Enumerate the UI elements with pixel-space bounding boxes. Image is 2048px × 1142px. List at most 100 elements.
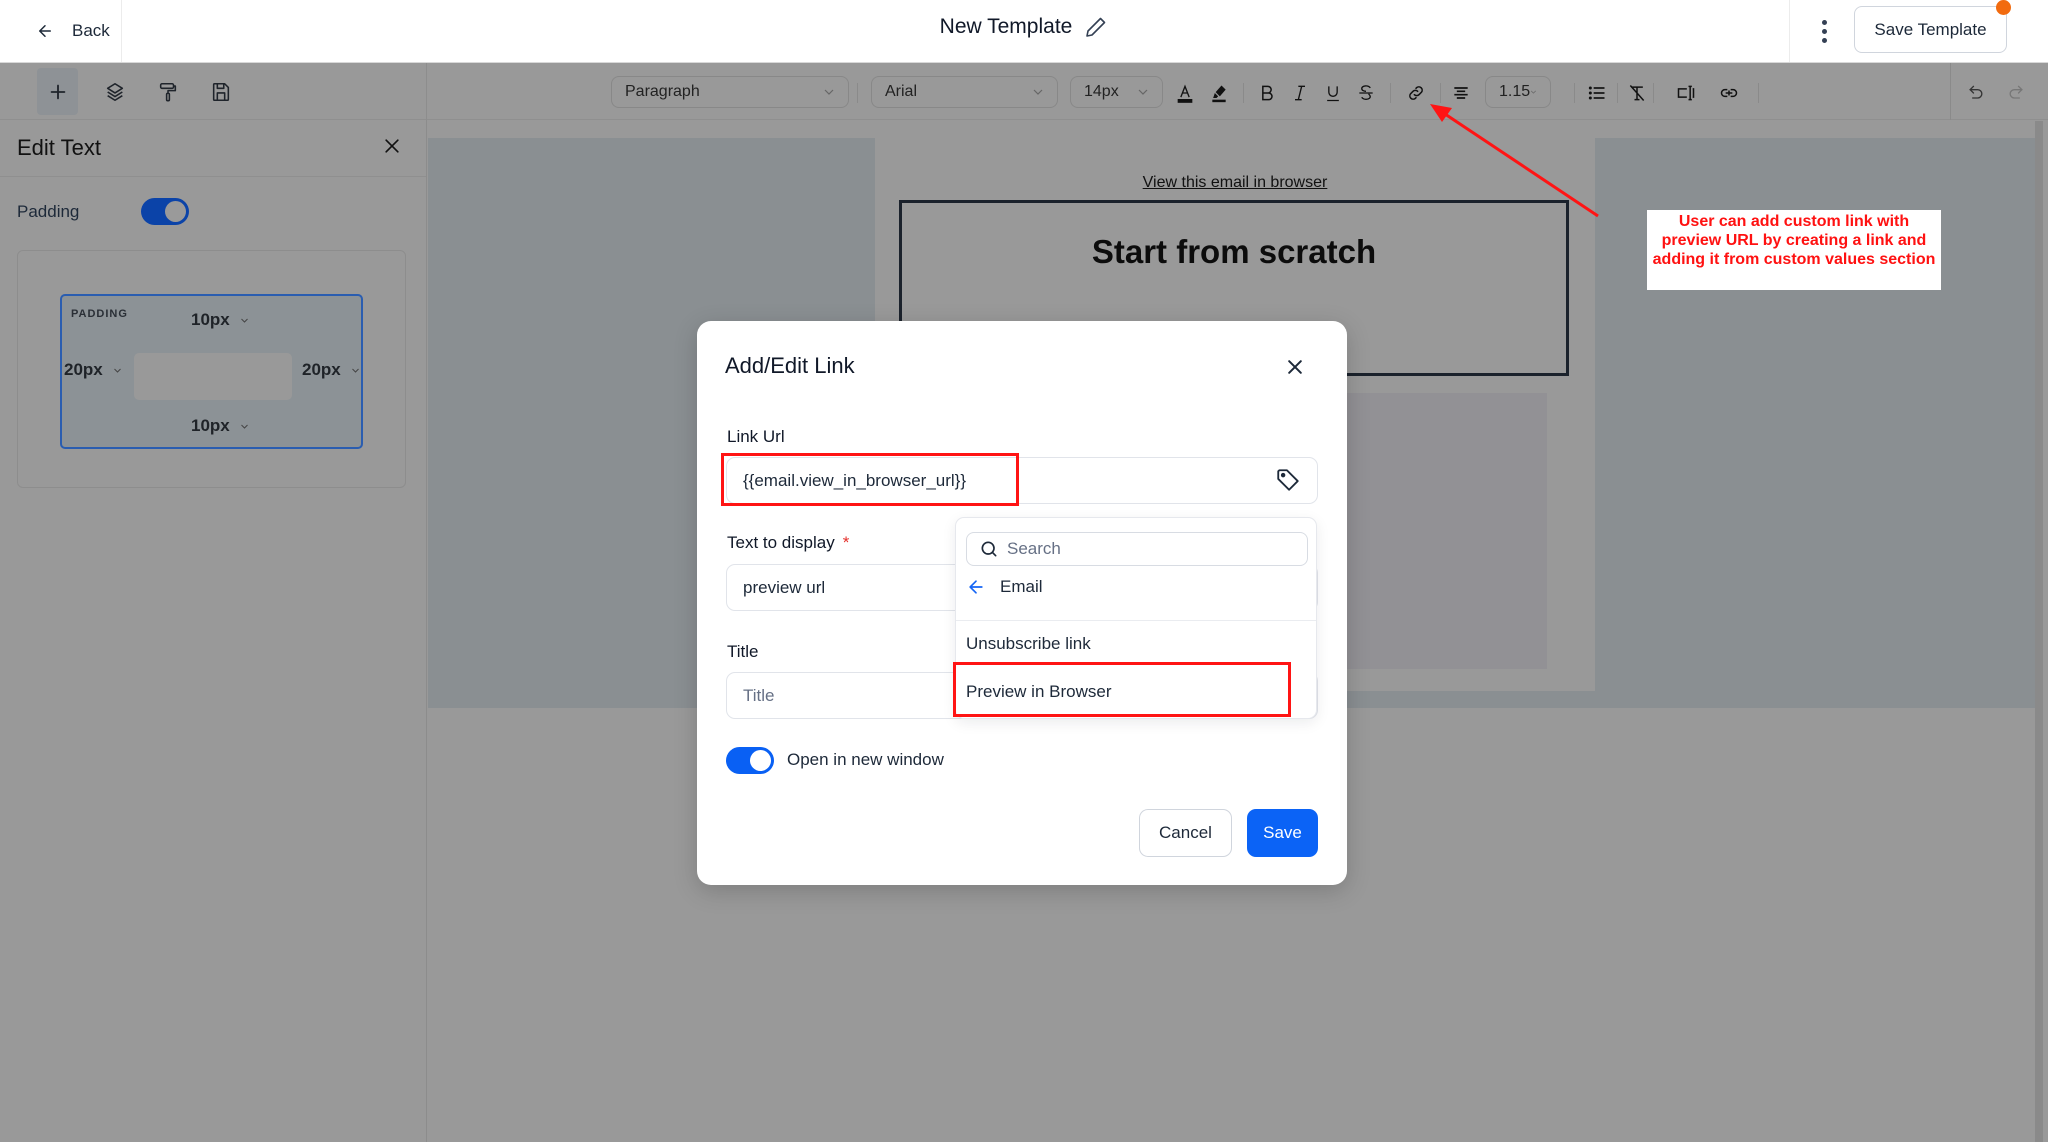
tag-icon <box>1277 469 1299 491</box>
floppy-disk-icon <box>212 82 229 101</box>
font-size-value: 14px <box>1084 83 1119 100</box>
hero-title: Start from scratch <box>1091 233 1377 270</box>
line-height-value: 1.15 <box>1499 83 1531 100</box>
chevron-down-icon <box>240 318 248 323</box>
align-button[interactable] <box>1449 81 1473 105</box>
insert-link-button[interactable] <box>1404 81 1428 105</box>
close-dialog-button[interactable] <box>1285 357 1305 377</box>
divider <box>956 620 1316 621</box>
clear-format-icon <box>1629 85 1645 101</box>
padding-row: Padding <box>17 198 189 225</box>
padding-right-value: 20px <box>302 360 341 379</box>
chevron-down-icon <box>1138 89 1148 95</box>
back-to-groups-button[interactable]: Email <box>966 577 1043 597</box>
padding-toggle[interactable] <box>141 198 189 225</box>
highlight-button[interactable] <box>1207 81 1231 105</box>
scrollbar[interactable] <box>2035 121 2043 1142</box>
padding-bottom-value: 10px <box>191 416 230 435</box>
list-button[interactable] <box>1585 81 1609 105</box>
add-block-button[interactable] <box>37 68 78 115</box>
panel-title: Edit Text <box>17 135 101 160</box>
content-area-preview <box>134 353 292 400</box>
more-options-icon[interactable] <box>1815 16 1833 46</box>
redo-icon <box>2009 85 2023 99</box>
text-to-display-label-text: Text to display <box>727 533 835 552</box>
chevron-down-icon <box>1033 89 1043 95</box>
chevron-down-icon <box>1531 90 1537 94</box>
italic-icon <box>1295 85 1305 101</box>
top-bar: Back New Template Save Template <box>0 0 2048 63</box>
dropdown-item-preview-in-browser[interactable]: Preview in Browser <box>966 682 1112 702</box>
save-template-button[interactable]: Save Template <box>1854 6 2007 53</box>
font-family-select[interactable]: Arial <box>871 76 1058 108</box>
divider <box>1653 83 1654 103</box>
close-icon <box>385 138 399 153</box>
padding-top-value: 10px <box>191 310 230 329</box>
arrow-left-icon <box>969 580 983 594</box>
open-new-window-label: Open in new window <box>787 750 944 769</box>
link-url-input[interactable]: {{email.view_in_browser_url}} <box>726 457 1318 504</box>
padding-label: Padding <box>17 201 80 221</box>
text-color-button[interactable] <box>1173 81 1197 105</box>
strikethrough-button[interactable] <box>1354 81 1378 105</box>
save-draft-button[interactable] <box>204 75 237 108</box>
padding-bottom-select[interactable]: 10px <box>191 416 249 436</box>
chevron-down-icon <box>824 89 834 95</box>
dropdown-item-unsubscribe[interactable]: Unsubscribe link <box>966 634 1091 654</box>
close-panel-button[interactable] <box>382 136 402 161</box>
search-placeholder: Search <box>1007 539 1061 558</box>
padding-box: PADDING 10px 20px 20px 10px <box>60 294 363 449</box>
line-height-select[interactable]: 1.15 <box>1485 76 1551 108</box>
pencil-icon[interactable] <box>1084 15 1108 39</box>
italic-button[interactable] <box>1288 81 1312 105</box>
divider <box>1574 83 1575 103</box>
divider <box>1950 63 1951 120</box>
chevron-down-icon <box>351 368 359 373</box>
open-new-window-toggle[interactable] <box>726 747 774 774</box>
panel-header: Edit Text <box>0 120 426 177</box>
underline-icon <box>1327 86 1339 102</box>
plus-icon <box>50 84 65 99</box>
custom-values-search[interactable]: Search <box>966 532 1308 566</box>
edit-text-panel: Edit Text Padding PADDING 10px 20px 20px <box>0 120 427 1142</box>
block-style-value: Paragraph <box>625 83 700 100</box>
link-icon <box>1409 86 1423 100</box>
text-field-icon <box>1677 85 1695 101</box>
divider <box>857 83 858 103</box>
padding-caption: PADDING <box>71 308 128 320</box>
divider <box>1390 83 1391 103</box>
save-button[interactable]: Save <box>1247 809 1318 857</box>
padding-top-select[interactable]: 10px <box>191 310 249 330</box>
text-color-icon <box>1177 84 1193 103</box>
layers-button[interactable] <box>98 75 131 108</box>
add-edit-link-dialog: Add/Edit Link Link Url {{email.view_in_b… <box>697 321 1347 885</box>
dialog-title: Add/Edit Link <box>725 353 855 378</box>
clear-format-button[interactable] <box>1625 81 1649 105</box>
padding-left-value: 20px <box>64 360 103 379</box>
close-icon <box>1288 360 1302 374</box>
block-style-select[interactable]: Paragraph <box>611 76 849 108</box>
divider <box>1758 83 1759 103</box>
title-label: Title <box>727 642 759 661</box>
bold-button[interactable] <box>1255 81 1279 105</box>
font-family-value: Arial <box>885 83 918 100</box>
view-in-browser-link[interactable]: View this email in browser <box>875 174 1595 192</box>
padding-right-select[interactable]: 20px <box>302 360 360 380</box>
redo-button[interactable] <box>2004 81 2028 105</box>
styles-button[interactable] <box>151 75 184 108</box>
undo-button[interactable] <box>1964 81 1988 105</box>
annotation-note: User can add custom link with preview UR… <box>1647 210 1941 290</box>
cancel-button[interactable]: Cancel <box>1139 809 1232 857</box>
search-icon <box>981 541 997 557</box>
font-size-select[interactable]: 14px <box>1070 76 1163 108</box>
link-plus-icon <box>1720 88 1738 98</box>
custom-link-button[interactable] <box>1717 81 1741 105</box>
underline-button[interactable] <box>1321 81 1345 105</box>
editor-toolbar: Paragraph Arial 14px 1.15 <box>0 63 2048 120</box>
template-title: New Template <box>0 15 2048 39</box>
text-field-button[interactable] <box>1674 81 1698 105</box>
padding-left-select[interactable]: 20px <box>64 360 122 380</box>
custom-values-button[interactable] <box>1275 467 1301 493</box>
divider <box>1789 0 1790 62</box>
align-center-icon <box>1454 87 1468 99</box>
